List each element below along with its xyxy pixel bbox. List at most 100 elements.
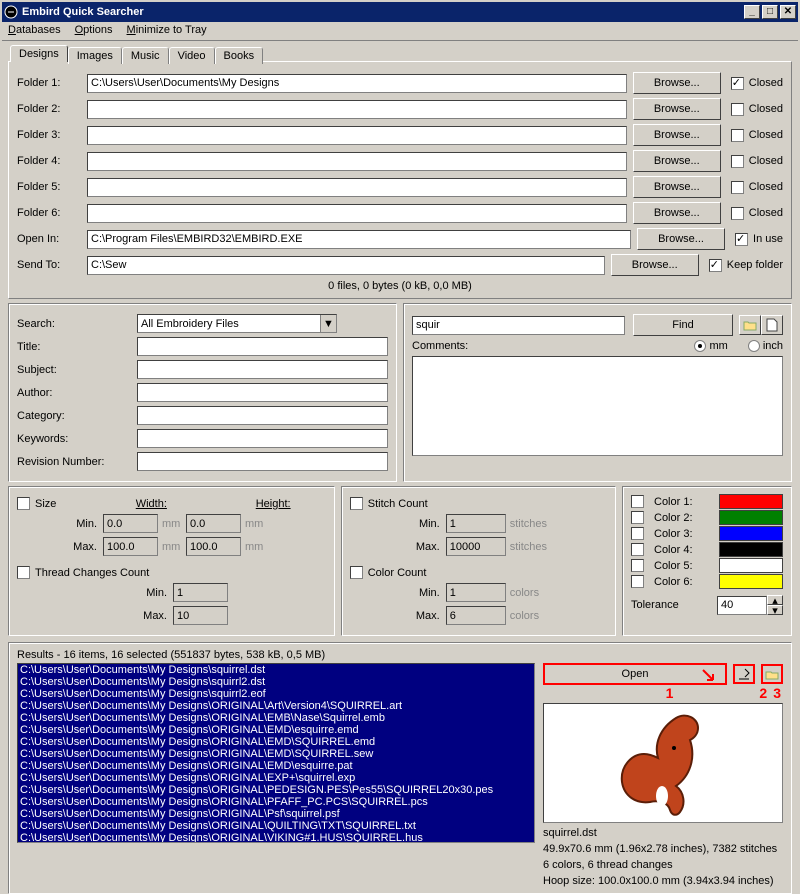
chevron-down-icon[interactable]: ▼ — [320, 315, 336, 332]
colorcount-checkbox[interactable] — [350, 566, 363, 579]
maximize-button[interactable]: □ — [762, 5, 778, 19]
color-6-checkbox[interactable] — [631, 575, 644, 588]
tab-music[interactable]: Music — [122, 47, 169, 64]
open-in-app-icon[interactable] — [733, 664, 755, 684]
folder-3-input[interactable] — [87, 126, 627, 145]
tab-designs[interactable]: Designs — [10, 45, 68, 62]
folder-1-closed-checkbox[interactable] — [731, 77, 744, 90]
folder-2-closed-checkbox[interactable] — [731, 103, 744, 116]
menu-options[interactable]: Options — [75, 24, 113, 36]
preview-filename: squirrel.dst — [543, 827, 783, 839]
open-button[interactable]: Open — [543, 663, 727, 685]
list-item[interactable]: C:\Users\User\Documents\My Designs\ORIGI… — [18, 772, 534, 784]
tab-books[interactable]: Books — [215, 47, 264, 64]
stitch-max[interactable] — [446, 537, 506, 556]
list-item[interactable]: C:\Users\User\Documents\My Designs\ORIGI… — [18, 820, 534, 832]
folder-2-browse[interactable]: Browse... — [633, 98, 721, 120]
folder-1-input[interactable] — [87, 74, 627, 93]
list-item[interactable]: C:\Users\User\Documents\My Designs\ORIGI… — [18, 808, 534, 820]
thread-min[interactable] — [173, 583, 228, 602]
filetype-combo[interactable]: All Embroidery Files ▼ — [137, 314, 337, 333]
folder-5-browse[interactable]: Browse... — [633, 176, 721, 198]
new-file-icon[interactable] — [761, 315, 783, 335]
send-to-input[interactable] — [87, 256, 605, 275]
title-input[interactable] — [137, 337, 388, 356]
subject-input[interactable] — [137, 360, 388, 379]
color-1-label: Color 1: — [654, 496, 693, 508]
colorcount-max[interactable] — [446, 606, 506, 625]
stitch-min[interactable] — [446, 514, 506, 533]
mm-radio[interactable] — [694, 340, 706, 352]
color-5-checkbox[interactable] — [631, 559, 644, 572]
color-6-swatch[interactable] — [719, 574, 783, 589]
close-button[interactable]: ✕ — [780, 5, 796, 19]
find-button[interactable]: Find — [633, 314, 733, 336]
send-to-icon[interactable] — [761, 664, 783, 684]
list-item[interactable]: C:\Users\User\Documents\My Designs\ORIGI… — [18, 700, 534, 712]
thread-checkbox[interactable] — [17, 566, 30, 579]
keep-folder-checkbox[interactable] — [709, 259, 722, 272]
width-min[interactable] — [103, 514, 158, 533]
color-1-swatch[interactable] — [719, 494, 783, 509]
author-input[interactable] — [137, 383, 388, 402]
inch-radio[interactable] — [748, 340, 760, 352]
tolerance-down[interactable]: ▾ — [767, 605, 783, 615]
folder-6-browse[interactable]: Browse... — [633, 202, 721, 224]
folder-4-input[interactable] — [87, 152, 627, 171]
tab-images[interactable]: Images — [68, 47, 122, 64]
color-5-swatch[interactable] — [719, 558, 783, 573]
folder-6-closed-checkbox[interactable] — [731, 207, 744, 220]
list-item[interactable]: C:\Users\User\Documents\My Designs\ORIGI… — [18, 724, 534, 736]
folder-2-input[interactable] — [87, 100, 627, 119]
list-item[interactable]: C:\Users\User\Documents\My Designs\squir… — [18, 688, 534, 700]
list-item[interactable]: C:\Users\User\Documents\My Designs\ORIGI… — [18, 748, 534, 760]
tolerance-input[interactable] — [717, 596, 767, 615]
color-4-checkbox[interactable] — [631, 543, 644, 556]
folder-4-browse[interactable]: Browse... — [633, 150, 721, 172]
list-item[interactable]: C:\Users\User\Documents\My Designs\ORIGI… — [18, 760, 534, 772]
folder-3-browse[interactable]: Browse... — [633, 124, 721, 146]
list-item[interactable]: C:\Users\User\Documents\My Designs\ORIGI… — [18, 832, 534, 843]
folder-6-input[interactable] — [87, 204, 627, 223]
menu-databases[interactable]: Databases — [8, 24, 61, 36]
send-to-browse[interactable]: Browse... — [611, 254, 699, 276]
height-max[interactable] — [186, 537, 241, 556]
open-in-browse[interactable]: Browse... — [637, 228, 725, 250]
height-min[interactable] — [186, 514, 241, 533]
list-item[interactable]: C:\Users\User\Documents\My Designs\squir… — [18, 676, 534, 688]
category-input[interactable] — [137, 406, 388, 425]
folder-5-closed-checkbox[interactable] — [731, 181, 744, 194]
titlebar[interactable]: Embird Quick Searcher _ □ ✕ — [2, 2, 798, 22]
minimize-button[interactable]: _ — [744, 5, 760, 19]
folder-4-closed-checkbox[interactable] — [731, 155, 744, 168]
stitch-checkbox[interactable] — [350, 497, 363, 510]
color-2-checkbox[interactable] — [631, 511, 644, 524]
folder-open-icon[interactable] — [739, 315, 761, 335]
revision-input[interactable] — [137, 452, 388, 471]
color-3-checkbox[interactable] — [631, 527, 644, 540]
folder-3-closed-checkbox[interactable] — [731, 129, 744, 142]
color-4-swatch[interactable] — [719, 542, 783, 557]
keywords-input[interactable] — [137, 429, 388, 448]
folder-5-input[interactable] — [87, 178, 627, 197]
folder-1-browse[interactable]: Browse... — [633, 72, 721, 94]
list-item[interactable]: C:\Users\User\Documents\My Designs\ORIGI… — [18, 796, 534, 808]
color-3-swatch[interactable] — [719, 526, 783, 541]
size-checkbox[interactable] — [17, 497, 30, 510]
results-list[interactable]: C:\Users\User\Documents\My Designs\squir… — [17, 663, 535, 843]
menu-minimize-tray[interactable]: Minimize to Tray — [127, 24, 207, 36]
list-item[interactable]: C:\Users\User\Documents\My Designs\ORIGI… — [18, 712, 534, 724]
width-max[interactable] — [103, 537, 158, 556]
color-1-checkbox[interactable] — [631, 495, 644, 508]
in-use-checkbox[interactable] — [735, 233, 748, 246]
comments-textarea[interactable] — [412, 356, 783, 456]
list-item[interactable]: C:\Users\User\Documents\My Designs\ORIGI… — [18, 784, 534, 796]
thread-max[interactable] — [173, 606, 228, 625]
color-2-swatch[interactable] — [719, 510, 783, 525]
list-item[interactable]: C:\Users\User\Documents\My Designs\ORIGI… — [18, 736, 534, 748]
search-query-input[interactable] — [412, 316, 625, 335]
colorcount-min[interactable] — [446, 583, 506, 602]
open-in-input[interactable] — [87, 230, 631, 249]
list-item[interactable]: C:\Users\User\Documents\My Designs\squir… — [18, 664, 534, 676]
tab-video[interactable]: Video — [169, 47, 215, 64]
